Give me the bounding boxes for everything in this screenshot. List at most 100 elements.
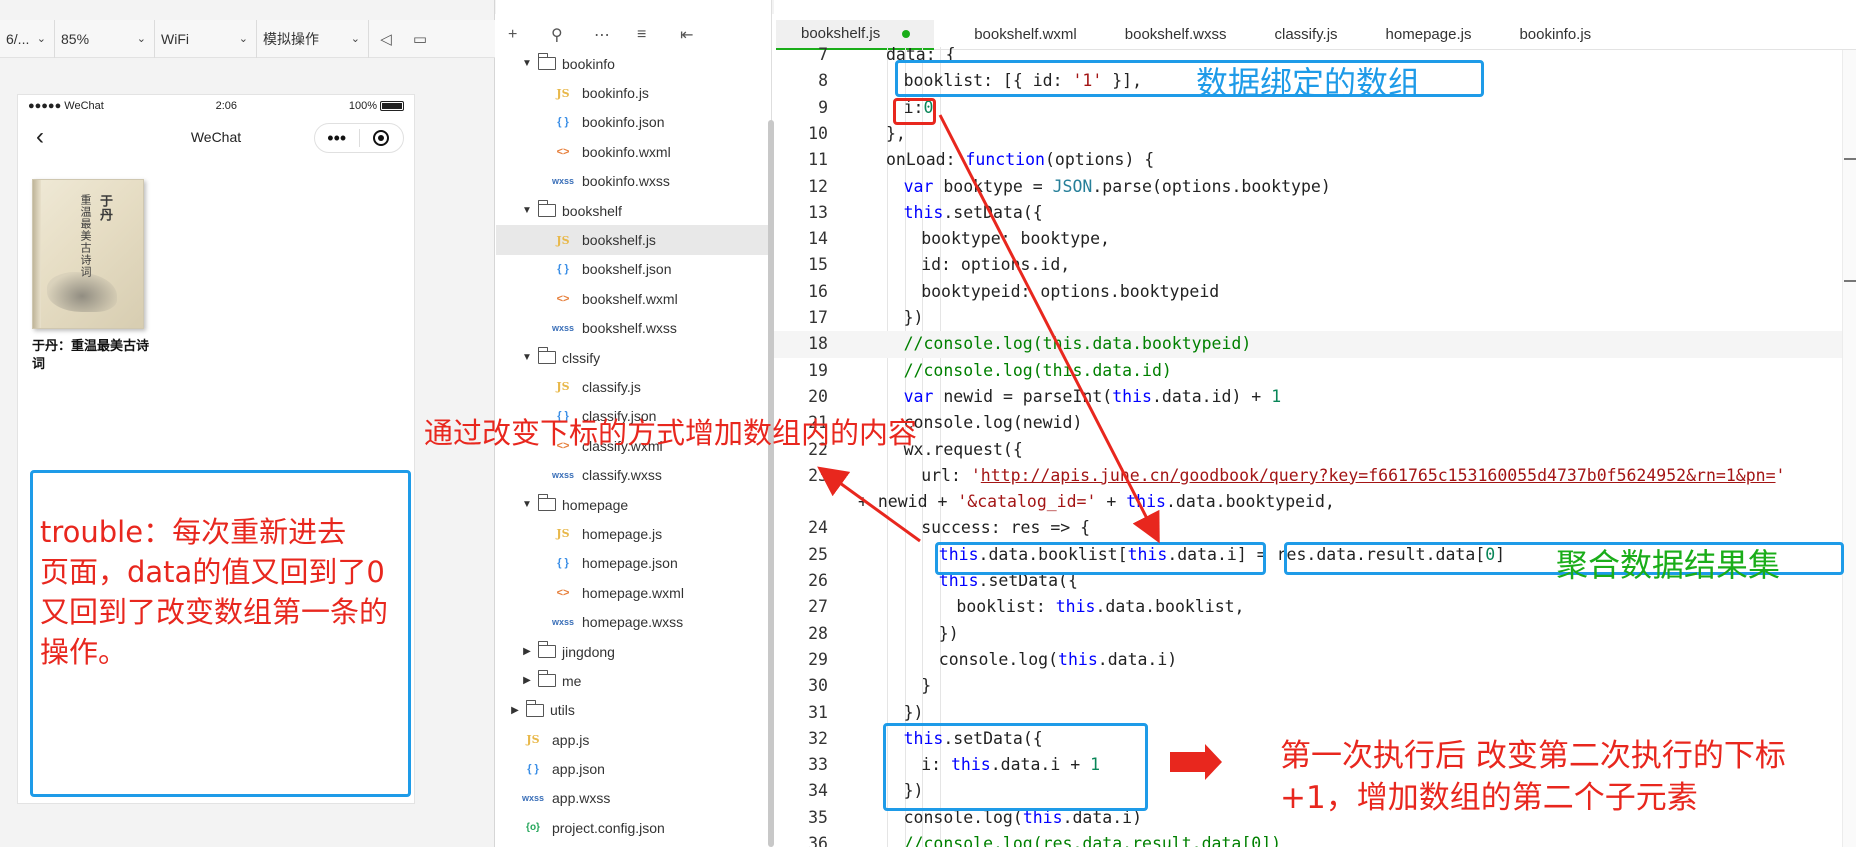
code-line[interactable]: 29 console.log(this.data.i)	[774, 647, 1856, 673]
tree-file[interactable]: JS bookshelf.js	[496, 225, 772, 255]
editor-tab[interactable]: bookshelf.wxss	[1101, 20, 1251, 50]
overview-ruler[interactable]	[1842, 50, 1856, 847]
code-token: })	[938, 623, 959, 643]
code-line[interactable]: 16 booktypeid: options.booktypeid	[774, 279, 1856, 305]
code-token: .data.booklist,	[1095, 597, 1245, 617]
code-text: this.setData({	[904, 200, 1043, 226]
tree-file[interactable]: wxss app.wxss	[496, 784, 772, 813]
code-line[interactable]: 19 //console.log(this.data.id)	[774, 358, 1856, 384]
tree-file[interactable]: <> homepage.wxml	[496, 578, 772, 607]
more-dots-icon[interactable]: •••	[315, 124, 359, 152]
window-icon[interactable]: ▭	[403, 20, 437, 58]
chevron-down-icon[interactable]: ▼	[520, 58, 534, 69]
tree-file[interactable]: JS classify.js	[496, 372, 772, 401]
tree-folder[interactable]: ▼ homepage	[496, 490, 772, 519]
chevron-right-icon[interactable]: ▶	[520, 675, 534, 686]
tree-file[interactable]: JS homepage.js	[496, 519, 772, 548]
code-line[interactable]: 13 this.setData({	[774, 200, 1856, 226]
chevron-right-icon[interactable]: ▶	[508, 705, 522, 716]
code-line[interactable]: 30}	[774, 673, 1856, 699]
tree-folder[interactable]: ▼ clssify	[496, 343, 772, 372]
tree-file[interactable]: { }sitemap.json	[496, 843, 772, 847]
tree-folder[interactable]: ▶ me	[496, 666, 772, 695]
code-line[interactable]: 17})	[774, 305, 1856, 331]
file-wxml-icon: <>	[556, 292, 570, 305]
setdata-i-box	[883, 723, 1148, 811]
code-line[interactable]: 28})	[774, 621, 1856, 647]
code-line[interactable]: 23 url: 'http://apis.juhe.cn/goodbook/que…	[774, 463, 1856, 489]
network-select[interactable]: WiFi ⌄	[155, 19, 257, 58]
tree-folder[interactable]: ▶ jingdong	[496, 637, 772, 666]
file-cfg-icon: {o}	[526, 822, 540, 834]
tree-file[interactable]: <> bookshelf.wxml	[496, 284, 772, 313]
collapse-all-icon[interactable]: ≡	[637, 26, 680, 44]
code-token: function	[965, 150, 1045, 170]
file-wxss-icon: wxss	[552, 176, 575, 187]
booklist-index-box	[935, 542, 1266, 575]
zoom-select[interactable]: 85% ⌄	[55, 19, 155, 58]
code-text: //console.log(this.data.booktypeid)	[904, 331, 1252, 357]
chevron-down-icon[interactable]: ▼	[520, 499, 534, 510]
tree-file[interactable]: <> bookinfo.wxml	[496, 137, 772, 166]
simulator-toolbar: 6/... ⌄ 85% ⌄ WiFi ⌄ 模拟操作 ⌄ ◁ ▭	[0, 19, 495, 58]
code-token: booklist:	[956, 597, 1056, 617]
line-number: 18	[808, 334, 828, 354]
code-line[interactable]: + newid + '&catalog_id=' + this.data.boo…	[774, 489, 1856, 515]
operation-select[interactable]: 模拟操作 ⌄	[257, 19, 369, 58]
code-line[interactable]: 15 id: options.id,	[774, 252, 1856, 278]
code-token: (options) {	[1044, 150, 1155, 170]
code-line[interactable]: 36 //console.log(res.data.result.data[0])	[774, 831, 1856, 847]
line-number: 36	[808, 834, 828, 847]
tree-folder[interactable]: ▶ utils	[496, 696, 772, 725]
tree-file[interactable]: { } bookinfo.json	[496, 108, 772, 137]
editor-tab[interactable]: bookshelf.js	[776, 19, 935, 50]
line-number: 28	[808, 623, 828, 643]
tree-file[interactable]: wxss classify.wxss	[496, 460, 772, 489]
code-line[interactable]: 18 //console.log(this.data.booktypeid)	[774, 331, 1856, 358]
code-line[interactable]: 10},	[774, 121, 1856, 147]
split-panel-icon[interactable]: ⇤	[680, 25, 723, 45]
editor-tab[interactable]: homepage.js	[1362, 20, 1496, 50]
line-number: 19	[808, 360, 828, 380]
folder-open-icon	[537, 347, 556, 365]
code-line[interactable]: 22 wx.request({	[774, 437, 1856, 463]
tree-file[interactable]: { } homepage.json	[496, 549, 772, 578]
code-line[interactable]: 12 var booktype = JSON.parse(options.book…	[774, 174, 1856, 200]
search-icon[interactable]: ⚲	[551, 25, 594, 45]
code-line[interactable]: 11 onLoad: function(options) {	[774, 147, 1856, 173]
chevron-down-icon[interactable]: ▼	[520, 205, 534, 216]
line-number: 30	[808, 676, 828, 696]
tree-file[interactable]: wxss homepage.wxss	[496, 607, 772, 636]
battery-icon	[379, 101, 404, 112]
tree-file[interactable]: { } bookshelf.json	[496, 255, 772, 284]
tree-file[interactable]: { } app.json	[496, 754, 772, 783]
code-token: .setData({	[943, 202, 1043, 222]
tree-file[interactable]: JS app.js	[496, 725, 772, 754]
code-line[interactable]: 20 var newid = parseInt(this.data.id) + 1	[774, 384, 1856, 410]
code-token: })	[903, 308, 924, 327]
code-line[interactable]: 21 console.log(newid)	[774, 410, 1856, 436]
network-select-value: WiFi	[161, 30, 189, 47]
tree-file[interactable]: {o} project.config.json	[496, 813, 772, 842]
close-capsule-button[interactable]	[360, 124, 404, 152]
chevron-down-icon[interactable]: ▼	[520, 352, 534, 363]
code-line[interactable]: 24 success: res => {	[774, 515, 1856, 541]
code-line[interactable]: 27 booklist: this.data.booklist,	[774, 594, 1856, 620]
tree-file[interactable]: JS bookinfo.js	[496, 78, 772, 107]
add-file-icon[interactable]: +	[508, 26, 551, 44]
code-line[interactable]: 31})	[774, 700, 1856, 726]
code-line[interactable]: 14 booktype: booktype,	[774, 226, 1856, 252]
editor-tab[interactable]: classify.js	[1250, 20, 1361, 50]
tree-file[interactable]: wxss bookshelf.wxss	[496, 314, 772, 343]
more-icon[interactable]: ⋯	[594, 25, 637, 45]
volume-icon[interactable]: ◁	[369, 20, 403, 58]
editor-tab[interactable]: bookshelf.wxml	[934, 20, 1101, 50]
device-select[interactable]: 6/... ⌄	[0, 19, 55, 58]
tree-file[interactable]: wxss bookinfo.wxss	[496, 167, 772, 196]
editor-tab[interactable]: bookinfo.js	[1495, 20, 1615, 50]
tree-folder[interactable]: ▼ bookshelf	[496, 196, 772, 225]
chevron-right-icon[interactable]: ▶	[520, 646, 534, 657]
tree-folder[interactable]: ▼ bookinfo	[496, 49, 772, 78]
book-card[interactable]: 于丹 重温最美古诗词 于丹：重温最美古诗词	[32, 179, 152, 373]
back-arrow-icon[interactable]: ‹	[26, 123, 54, 151]
